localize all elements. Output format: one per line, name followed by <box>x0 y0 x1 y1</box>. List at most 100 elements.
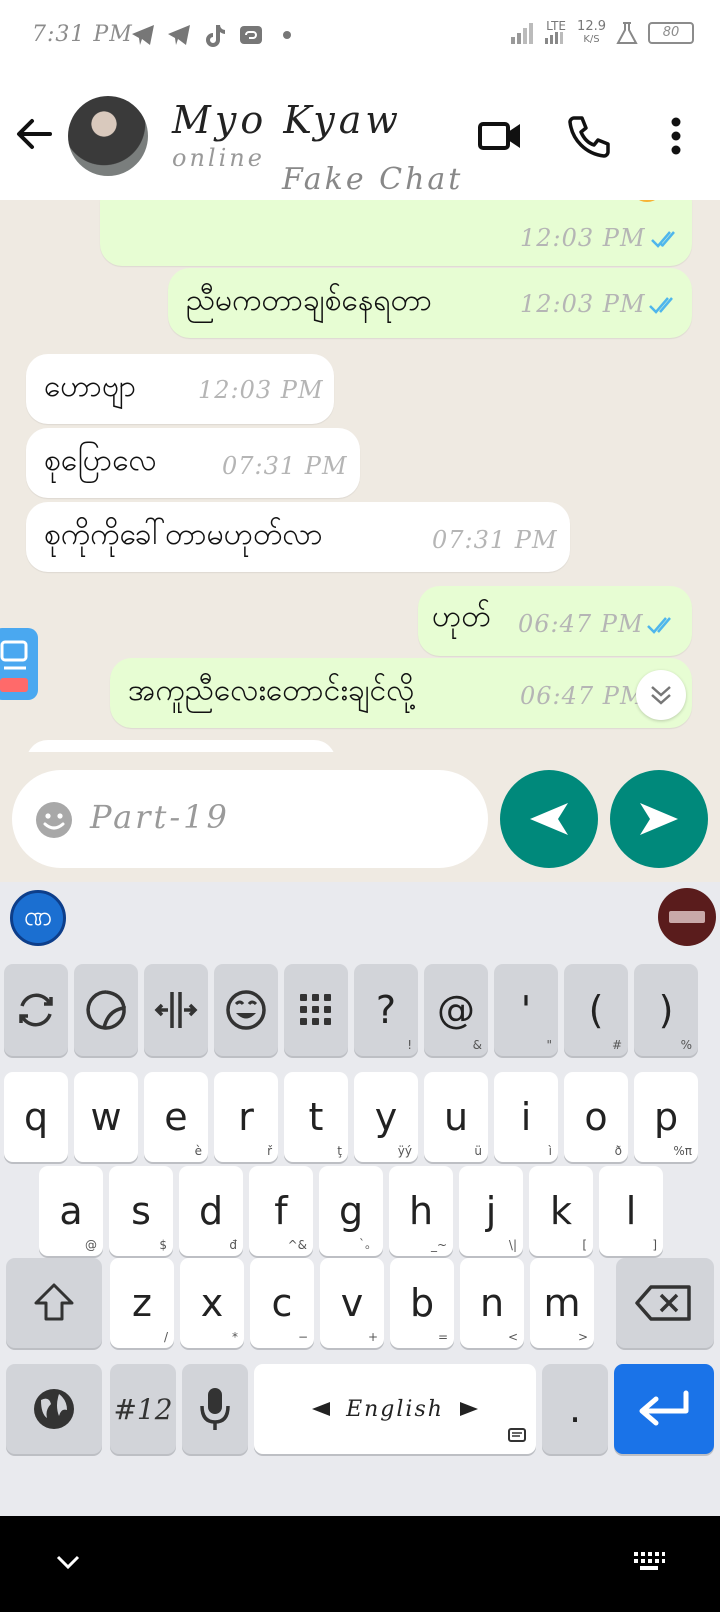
chat-area[interactable]: 12:03 PM ညီမကတာချစ်နေရတာ 12:03 PM ဟောဗျာ… <box>0 200 720 752</box>
message-bubble-outgoing[interactable]: ညီမကတာချစ်နေရတာ 12:03 PM <box>168 268 692 338</box>
backspace-icon <box>635 1285 691 1321</box>
key-e[interactable]: eè <box>144 1072 208 1162</box>
key-label: a <box>59 1189 83 1233</box>
key-alt-label: > <box>577 1330 588 1344</box>
refresh-key[interactable] <box>4 964 68 1056</box>
read-ticks-icon <box>649 297 673 314</box>
message-bubble-incoming[interactable]: စုပြောလေ 07:31 PM <box>26 428 360 498</box>
tiktok-icon <box>202 22 228 48</box>
enter-key[interactable] <box>614 1364 714 1454</box>
key-h[interactable]: h _~ <box>389 1166 453 1256</box>
message-bubble-outgoing[interactable]: 12:03 PM <box>100 200 692 266</box>
key-u[interactable]: uü <box>424 1072 488 1162</box>
key-n[interactable]: n < <box>460 1258 524 1348</box>
navigation-bar <box>0 1516 720 1612</box>
key-k[interactable]: k[ <box>529 1166 593 1256</box>
numpad-key[interactable] <box>284 964 348 1056</box>
key-m[interactable]: m > <box>530 1258 594 1348</box>
back-arrow-icon[interactable] <box>14 114 54 154</box>
contact-avatar[interactable] <box>68 96 148 176</box>
key-label: o <box>584 1095 608 1139</box>
voice-input-key[interactable] <box>182 1364 248 1454</box>
key-b[interactable]: b = <box>390 1258 454 1348</box>
message-input[interactable]: Part-19 <box>12 770 488 868</box>
message-text: ဟောဗျာ <box>44 369 137 404</box>
key-z[interactable]: z / <box>110 1258 174 1348</box>
refresh-icon <box>14 988 58 1032</box>
key-label: d <box>198 1189 224 1233</box>
message-text: စုပြောလေ <box>44 443 157 478</box>
reply-left-button[interactable] <box>500 770 598 868</box>
video-call-icon[interactable] <box>476 112 524 160</box>
key-alt-label: è <box>194 1144 202 1158</box>
scroll-to-bottom-button[interactable] <box>636 670 686 720</box>
space-key[interactable]: English <box>254 1364 536 1454</box>
key-r[interactable]: rř <box>214 1072 278 1162</box>
contact-name[interactable]: Myo Kyaw <box>172 98 402 142</box>
symbols-key[interactable]: #12 <box>110 1364 176 1454</box>
more-notifications-dot <box>274 22 300 48</box>
shift-key[interactable] <box>6 1258 102 1348</box>
message-bubble-outgoing[interactable]: ဟုတ် 06:47 PM <box>418 586 692 656</box>
key-s[interactable]: s $ <box>109 1166 173 1256</box>
message-bubble-incoming[interactable]: ဟောဗျာ 12:03 PM <box>26 354 334 424</box>
key-alt-label: %π <box>673 1144 692 1158</box>
notification-icons <box>130 22 300 48</box>
message-bubble-incoming[interactable] <box>26 740 336 752</box>
key-t[interactable]: tţ <box>284 1072 348 1162</box>
message-text: အကူညီလေးတောင်းချင်လို့ <box>128 673 415 708</box>
watermark: Fake Chat <box>282 162 464 197</box>
key-label: @ <box>437 988 475 1032</box>
key-v[interactable]: v + <box>320 1258 384 1348</box>
keyboard-profile-icon[interactable] <box>658 888 716 946</box>
key-alt-label: [ <box>582 1238 587 1252</box>
sticker-icon <box>84 988 128 1032</box>
voice-call-icon[interactable] <box>564 112 612 160</box>
key-f[interactable]: f ^& <box>249 1166 313 1256</box>
key-label: r <box>238 1095 254 1139</box>
key-j[interactable]: j \| <box>459 1166 523 1256</box>
emoji-icon[interactable] <box>34 800 74 840</box>
message-bubble-incoming[interactable]: စုကိုကိုခေါ်တာမဟုတ်လာ 07:31 PM <box>26 502 570 572</box>
key-'[interactable]: ' " <box>494 964 558 1056</box>
key-label: n <box>479 1281 505 1325</box>
key-d[interactable]: dđ <box>179 1166 243 1256</box>
key-a[interactable]: a @ <box>39 1166 103 1256</box>
more-options-icon[interactable] <box>652 112 700 160</box>
key-@[interactable]: @ & <box>424 964 488 1056</box>
message-bubble-outgoing[interactable]: အကူညီလေးတောင်းချင်လို့ 06:47 PM <box>110 658 692 728</box>
status-time: 7:31 PM <box>32 22 133 47</box>
key-alt-label: \| <box>508 1238 517 1252</box>
arrow-left-small-icon <box>312 1402 331 1416</box>
key-alt-label: = <box>437 1330 448 1344</box>
keyboard-app-icon[interactable]: ဏ <box>10 890 66 946</box>
cursor-move-key[interactable] <box>144 964 208 1056</box>
key-c[interactable]: c − <box>250 1258 314 1348</box>
key-o[interactable]: oð <box>564 1072 628 1162</box>
key-y[interactable]: y ÿý <box>354 1072 418 1162</box>
key-label: q <box>23 1095 49 1139</box>
key-alt-label: ÿý <box>397 1144 412 1158</box>
key-i[interactable]: iì <box>494 1072 558 1162</box>
status-right: LTE 12.9 K/S 80 <box>511 20 694 46</box>
key-g[interactable]: g `。 <box>319 1166 383 1256</box>
period-key[interactable]: . <box>542 1364 608 1454</box>
key-?[interactable]: ?! <box>354 964 418 1056</box>
key-w[interactable]: w <box>74 1072 138 1162</box>
backspace-key[interactable] <box>616 1258 714 1348</box>
floating-app-widget[interactable] <box>0 628 38 700</box>
key-p[interactable]: p %π <box>634 1072 698 1162</box>
send-button[interactable] <box>610 770 708 868</box>
language-globe-key[interactable] <box>6 1364 102 1454</box>
smiley-key[interactable] <box>214 964 278 1056</box>
hide-keyboard-icon[interactable] <box>56 1554 80 1570</box>
keyboard-switch-icon[interactable] <box>632 1550 666 1572</box>
signal-icon <box>511 23 534 44</box>
key-)[interactable]: )% <box>634 964 698 1056</box>
key-label: b <box>409 1281 435 1325</box>
key-([interactable]: (# <box>564 964 628 1056</box>
key-x[interactable]: x * <box>180 1258 244 1348</box>
sticker-key[interactable] <box>74 964 138 1056</box>
key-l[interactable]: l] <box>599 1166 663 1256</box>
key-q[interactable]: q <box>4 1072 68 1162</box>
